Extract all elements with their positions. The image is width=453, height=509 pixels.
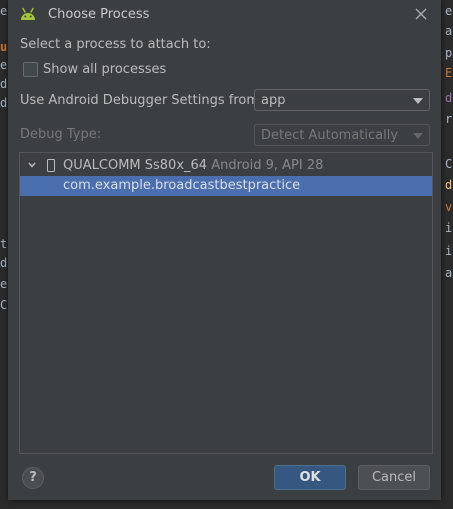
bg-text: p — [445, 46, 453, 60]
bg-text: i — [445, 244, 453, 258]
bg-text: i — [445, 221, 453, 235]
dialog-titlebar[interactable]: Choose Process — [8, 0, 441, 30]
android-icon — [21, 7, 35, 20]
bg-text: e — [0, 4, 8, 18]
background-editor-left: e ur e d d- ti dl es Co — [0, 0, 14, 509]
background-editor-right: e a p E d r C d v i i a — [441, 0, 453, 509]
device-info: Android 9, API 28 — [211, 158, 324, 173]
device-node[interactable]: QUALCOMM Ss80x_64 Android 9, API 28 — [20, 156, 432, 176]
bg-text: d — [445, 178, 453, 192]
phone-icon — [47, 159, 55, 172]
bg-text: v — [445, 200, 453, 214]
ok-button[interactable]: OK — [274, 465, 346, 490]
debug-type-label: Debug Type: — [20, 127, 102, 142]
debug-type-dropdown: Detect Automatically — [254, 124, 430, 146]
close-icon[interactable] — [413, 6, 429, 22]
debug-type-value: Detect Automatically — [261, 128, 399, 143]
choose-process-dialog: Choose Process Select a process to attac… — [8, 0, 441, 500]
bg-text: C — [445, 157, 453, 171]
background-editor-bottom — [0, 500, 453, 509]
process-name: com.example.broadcastbestpractice — [63, 178, 301, 193]
bg-text: E — [445, 66, 453, 80]
bg-text: d — [0, 77, 8, 91]
process-item[interactable]: com.example.broadcastbestpractice — [20, 176, 432, 196]
chevron-down-icon — [413, 98, 423, 104]
cancel-button[interactable]: Cancel — [358, 465, 430, 490]
bg-text: e — [445, 4, 453, 18]
debugger-settings-dropdown[interactable]: app — [254, 89, 430, 111]
bg-text: r — [445, 112, 453, 126]
help-button[interactable]: ? — [22, 467, 44, 489]
device-name: QUALCOMM Ss80x_64 — [63, 158, 208, 173]
bg-text: a — [445, 24, 453, 38]
dialog-title: Choose Process — [48, 7, 150, 22]
bg-text: e — [0, 58, 8, 72]
bg-text: d — [445, 91, 453, 105]
debugger-settings-value: app — [261, 93, 286, 108]
bg-text: a — [445, 266, 453, 280]
show-all-processes-checkbox[interactable] — [23, 62, 38, 77]
show-all-processes-label[interactable]: Show all processes — [43, 62, 166, 77]
select-process-prompt: Select a process to attach to: — [20, 37, 211, 52]
process-tree[interactable]: QUALCOMM Ss80x_64 Android 9, API 28 com.… — [19, 152, 433, 454]
expand-arrow-icon[interactable] — [28, 161, 36, 169]
chevron-down-icon — [413, 133, 423, 139]
debugger-settings-label: Use Android Debugger Settings from: — [20, 93, 264, 108]
